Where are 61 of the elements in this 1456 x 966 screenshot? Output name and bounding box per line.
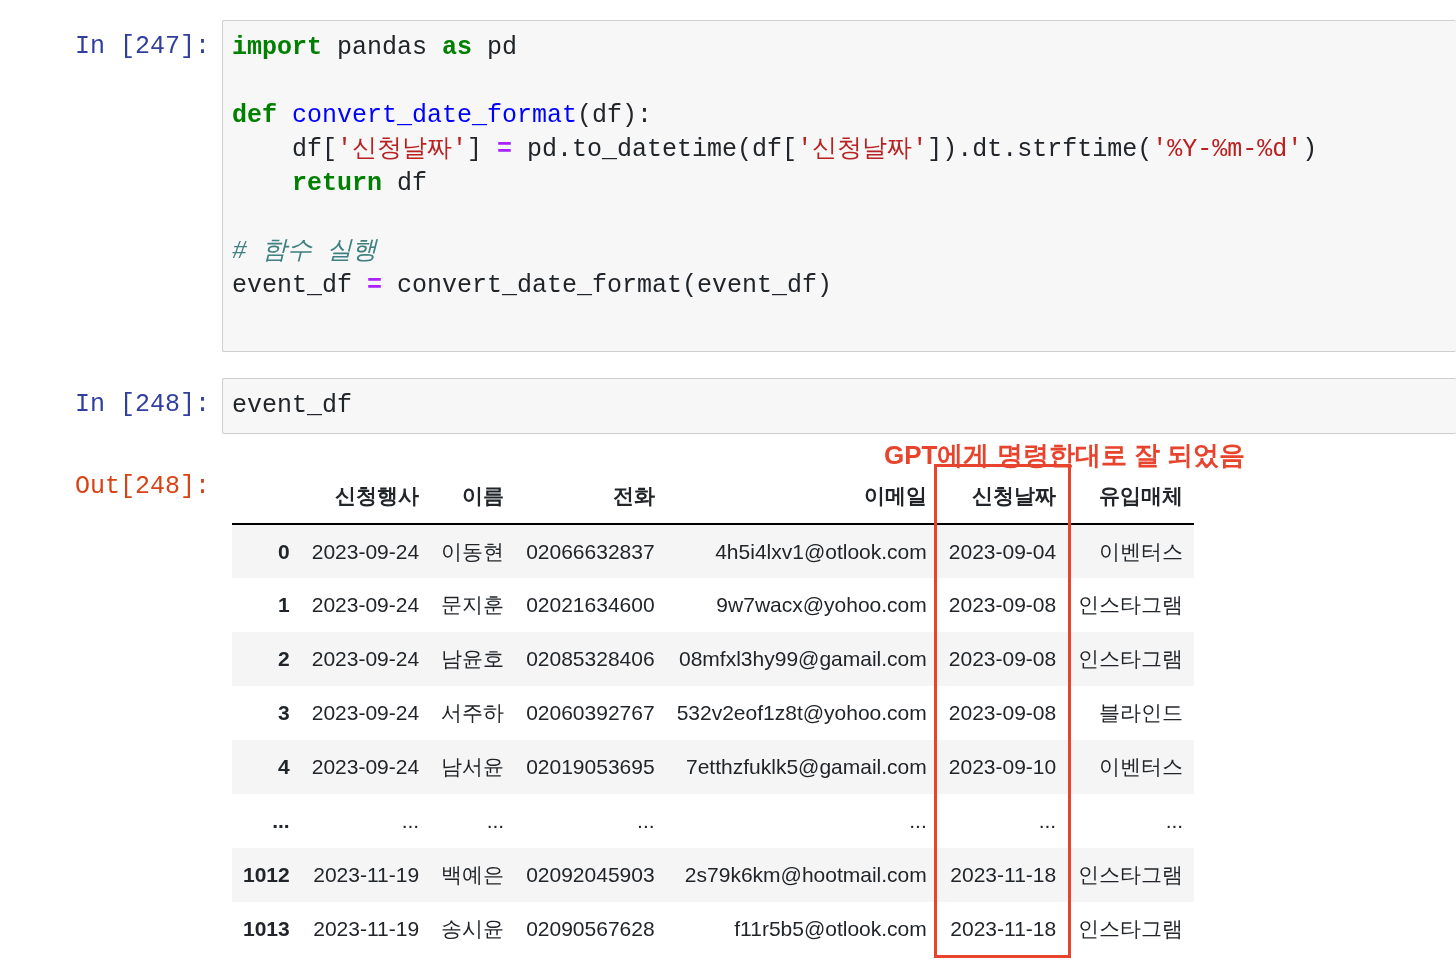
table-cell: 백예은 (430, 848, 516, 902)
table-cell: 문지훈 (430, 578, 516, 632)
table-cell: 남윤호 (430, 632, 516, 686)
table-cell: 4h5i4lxv1@otlook.com (665, 524, 938, 578)
table-cell: 2023-11-18 (937, 902, 1068, 956)
table-cell: 2023-09-24 (300, 740, 431, 794)
table-cell: 이벤터스 (1067, 740, 1195, 794)
table-cell: 인스타그램 (1067, 632, 1195, 686)
table-cell: 2023-09-04 (937, 524, 1068, 578)
code-input-cell[interactable]: event_df (222, 378, 1456, 434)
code-input-cell[interactable]: import pandas as pd def convert_date_format(df): df['신청날짜'] = pd.to_datetime(df['신청날짜']).dt.strftime('%Y-%m-%d') return df # 함수 실행 event_df = convert_date_format(event_df) (222, 20, 1456, 352)
table-cell: 2023-09-24 (300, 524, 431, 578)
row-index: 1012 (232, 848, 301, 902)
table-cell: 9w7wacx@yohoo.com (665, 578, 938, 632)
table-cell: 이벤터스 (1067, 524, 1195, 578)
table-cell: 2s79k6km@hootmail.com (665, 848, 938, 902)
row-index: 0 (232, 524, 301, 578)
table-cell: ... (1067, 794, 1195, 848)
table-cell: 블라인드 (1067, 686, 1195, 740)
table-cell: 02090567628 (515, 902, 666, 956)
table-cell: 2023-09-24 (300, 686, 431, 740)
table-cell: 02092045903 (515, 848, 666, 902)
table-cell: ... (300, 794, 431, 848)
table-cell: 2023-09-10 (937, 740, 1068, 794)
table-cell: ... (430, 794, 516, 848)
row-index: 2 (232, 632, 301, 686)
row-index: ... (232, 794, 301, 848)
cell-prompt: In [247]: (73, 31, 211, 63)
table-cell: 2023-09-08 (937, 632, 1068, 686)
table-cell: ... (665, 794, 938, 848)
table-cell: f11r5b5@otlook.com (665, 902, 938, 956)
table-cell: 남서윤 (430, 740, 516, 794)
output-prompt: Out[248]: (73, 471, 211, 503)
table-cell: 08mfxl3hy99@gamail.com (665, 632, 938, 686)
table-cell: 02066632837 (515, 524, 666, 578)
table-cell: 이동현 (430, 524, 516, 578)
table-cell: ... (515, 794, 666, 848)
table-cell: 7etthzfuklk5@gamail.com (665, 740, 938, 794)
table-cell: 02021634600 (515, 578, 666, 632)
cell-prompt: In [248]: (73, 389, 211, 421)
table-cell: 인스타그램 (1067, 902, 1195, 956)
table-cell: ... (937, 794, 1068, 848)
table-cell: 02019053695 (515, 740, 666, 794)
table-cell: 송시윤 (430, 902, 516, 956)
table-cell: 2023-09-08 (937, 578, 1068, 632)
row-index: 4 (232, 740, 301, 794)
table-cell: 02085328406 (515, 632, 666, 686)
table-cell: 2023-09-24 (300, 578, 431, 632)
table-cell: 인스타그램 (1067, 578, 1195, 632)
table-cell: 인스타그램 (1067, 848, 1195, 902)
table-cell: 532v2eof1z8t@yohoo.com (665, 686, 938, 740)
row-index: 3 (232, 686, 301, 740)
row-index: 1 (232, 578, 301, 632)
table-cell: 2023-09-24 (300, 632, 431, 686)
row-index: 1013 (232, 902, 301, 956)
table-cell: 2023-11-18 (937, 848, 1068, 902)
table-cell: 2023-09-08 (937, 686, 1068, 740)
table-cell: 서주하 (430, 686, 516, 740)
table-cell: 2023-11-19 (300, 902, 431, 956)
table-cell: 2023-11-19 (300, 848, 431, 902)
table-cell: 02060392767 (515, 686, 666, 740)
